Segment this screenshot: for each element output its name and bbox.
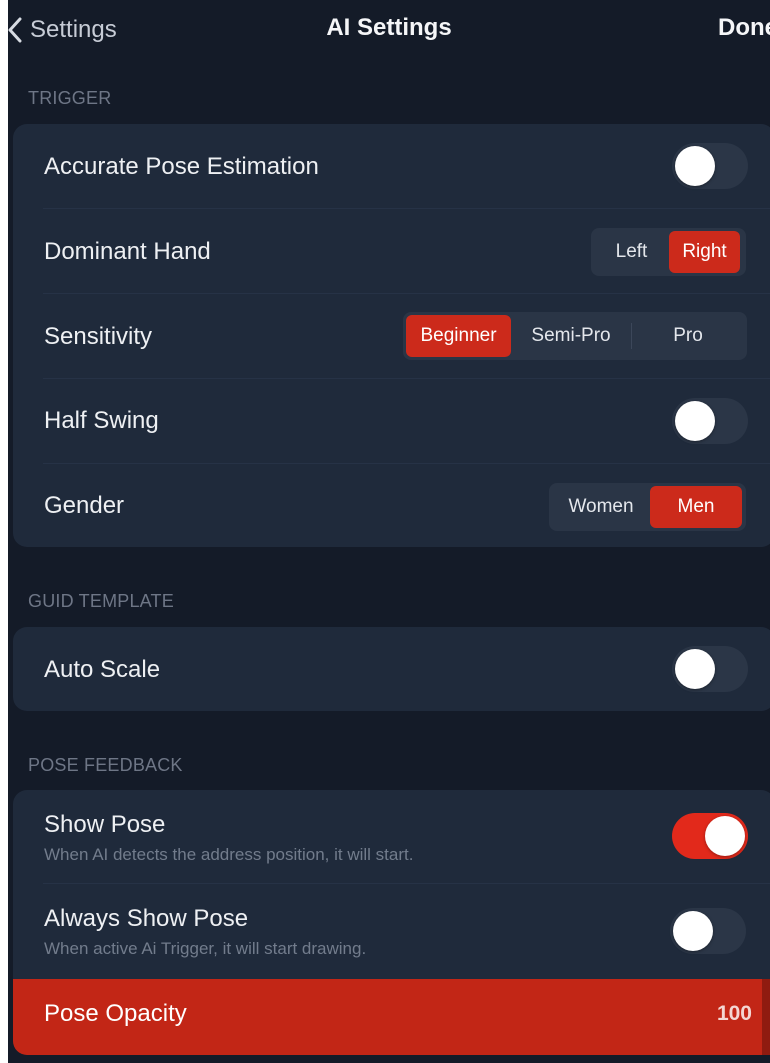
guide-template-group: Auto Scale [13, 627, 770, 711]
dominant-hand-option-left[interactable]: Left [594, 231, 669, 273]
gender-option-women[interactable]: Women [552, 486, 650, 528]
row-accurate-pose-estimation: Accurate Pose Estimation [13, 124, 770, 209]
toggle-knob [675, 146, 715, 186]
sensitivity-option-semi-pro[interactable]: Semi-Pro [511, 315, 631, 357]
toggle-knob [705, 816, 745, 856]
dominant-hand-label: Dominant Hand [44, 238, 211, 265]
toggle-knob [675, 401, 715, 441]
row-half-swing: Half Swing [13, 379, 770, 464]
always-show-pose-label: Always Show Pose [44, 905, 249, 932]
auto-scale-label: Auto Scale [44, 656, 161, 683]
sensitivity-label: Sensitivity [44, 323, 153, 350]
dominant-hand-segmented-control: Left Right [591, 228, 746, 276]
sensitivity-segmented-control: Beginner Semi-Pro Pro [403, 312, 747, 360]
always-show-pose-toggle[interactable] [670, 908, 746, 954]
row-always-show-pose: Always Show Pose When active Ai Trigger,… [13, 884, 770, 979]
half-swing-toggle[interactable] [672, 398, 748, 444]
show-pose-label: Show Pose [44, 811, 166, 838]
pose-opacity-slider-edge [762, 979, 770, 1055]
row-auto-scale: Auto Scale [13, 627, 770, 711]
navigation-bar: Settings AI Settings Done [8, 0, 770, 62]
auto-scale-toggle[interactable] [672, 646, 748, 692]
always-show-pose-subtitle: When active Ai Trigger, it will start dr… [44, 939, 367, 958]
row-pose-opacity[interactable]: Pose Opacity 100 [13, 979, 770, 1055]
gender-segmented-control: Women Men [549, 483, 746, 531]
sensitivity-option-pro[interactable]: Pro [632, 315, 744, 357]
gender-label: Gender [44, 492, 125, 519]
accurate-pose-estimation-toggle[interactable] [672, 143, 748, 189]
sensitivity-option-beginner[interactable]: Beginner [406, 315, 511, 357]
section-header-pose-feedback: POSE FEEDBACK [28, 755, 183, 775]
pose-opacity-label: Pose Opacity [44, 1000, 187, 1027]
gender-option-men[interactable]: Men [650, 486, 742, 528]
accurate-pose-estimation-label: Accurate Pose Estimation [44, 153, 319, 180]
show-pose-subtitle: When AI detects the address position, it… [44, 845, 414, 864]
row-sensitivity: Sensitivity Beginner Semi-Pro Pro [13, 294, 770, 379]
row-gender: Gender Women Men [13, 464, 770, 547]
section-header-trigger: TRIGGER [28, 88, 112, 108]
show-pose-toggle[interactable] [672, 813, 748, 859]
row-show-pose: Show Pose When AI detects the address po… [13, 790, 770, 884]
done-button[interactable]: Done [718, 14, 770, 42]
ai-settings-screen: Settings AI Settings Done TRIGGER Accura… [8, 0, 770, 1063]
dominant-hand-option-right[interactable]: Right [669, 231, 740, 273]
toggle-knob [673, 911, 713, 951]
row-dominant-hand: Dominant Hand Left Right [13, 209, 770, 294]
back-button[interactable]: Settings [8, 12, 117, 48]
section-header-guide-template: GUID TEMPLATE [28, 591, 174, 611]
back-button-label: Settings [30, 16, 117, 43]
trigger-group: Accurate Pose Estimation Dominant Hand L… [13, 124, 770, 547]
pose-opacity-value: 100 [716, 1002, 752, 1025]
page-title: AI Settings [326, 14, 452, 41]
toggle-knob [675, 649, 715, 689]
chevron-left-icon [8, 17, 22, 43]
half-swing-label: Half Swing [44, 407, 159, 434]
